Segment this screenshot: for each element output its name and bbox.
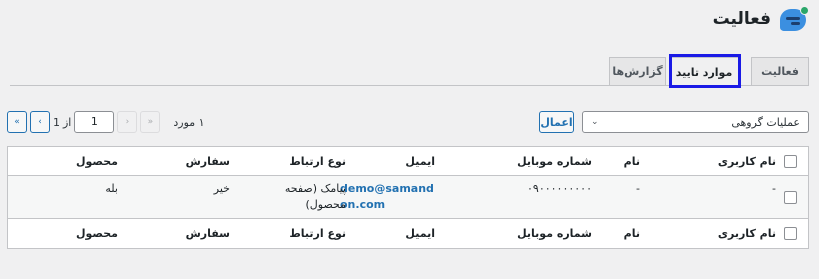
- page-header: فعالیت: [713, 4, 809, 34]
- row-checkbox-cell: [784, 176, 797, 218]
- col-email: ایمیل: [405, 154, 435, 168]
- pagination: « ‹ 1 از 1 › » ۱ مورد: [7, 111, 205, 133]
- of-label: از: [63, 115, 72, 129]
- next-page-button: ›: [117, 111, 138, 133]
- bulk-actions-value: عملیات گروهی: [731, 115, 800, 129]
- foot-col-contact-type: نوع ارتباط: [289, 227, 346, 240]
- foot-col-username: نام کاربری: [717, 227, 776, 240]
- select-all-checkbox-cell: [784, 147, 797, 175]
- email-link[interactable]: demo@samandon.com: [340, 181, 435, 213]
- last-page-button: »: [140, 111, 161, 133]
- col-username: نام کاربری: [717, 154, 776, 168]
- select-all-checkbox-footer[interactable]: [784, 227, 797, 240]
- select-all-checkbox[interactable]: [784, 154, 797, 168]
- foot-col-email: ایمیل: [405, 227, 435, 240]
- row-checkbox[interactable]: [784, 190, 797, 204]
- cell-mobile: ۰۹۰۰۰۰۰۰۰۰۰: [527, 182, 592, 195]
- apply-button[interactable]: اعمال: [539, 111, 574, 133]
- foot-col-mobile: شماره موبایل: [517, 227, 592, 240]
- col-product: محصول: [75, 154, 118, 168]
- bulk-actions-select[interactable]: عملیات گروهی ⌄: [582, 111, 809, 133]
- tab-approvals[interactable]: موارد تایید: [669, 57, 739, 86]
- items-count: ۱ مورد: [173, 115, 205, 129]
- tab-reports[interactable]: گزارش‌ها: [609, 57, 666, 85]
- chevron-down-icon: ⌄: [591, 117, 599, 127]
- table-header-row: نام کاربری نام شماره موبایل ایمیل نوع ار…: [8, 147, 808, 176]
- first-page-button[interactable]: «: [7, 111, 27, 133]
- cell-username: -: [772, 182, 776, 195]
- total-pages: 1: [53, 115, 60, 129]
- tab-bar: فعالیت موارد تایید گزارش‌ها: [10, 54, 809, 88]
- cell-product: بله: [105, 182, 118, 195]
- col-order: سفارش: [185, 154, 230, 168]
- foot-col-order: سفارش: [185, 227, 230, 240]
- current-page-input[interactable]: 1: [74, 111, 115, 133]
- approvals-table: نام کاربری نام شماره موبایل ایمیل نوع ار…: [7, 146, 809, 249]
- tab-activity[interactable]: فعالیت: [751, 57, 809, 85]
- col-mobile: شماره موبایل: [517, 154, 592, 168]
- cell-contact-type: پیامک (صفحه محصول): [284, 182, 346, 211]
- select-all-checkbox-footer-cell: [784, 219, 797, 248]
- chat-bubble-icon: [779, 4, 809, 34]
- cell-email: demo@samandon.com: [335, 176, 435, 218]
- col-contact-type: نوع ارتباط: [289, 154, 346, 168]
- cell-order: خیر: [213, 182, 230, 195]
- foot-col-product: محصول: [75, 227, 118, 240]
- prev-page-button[interactable]: ‹: [30, 111, 50, 133]
- page-title: فعالیت: [712, 9, 771, 29]
- table-footer-row: نام کاربری نام شماره موبایل ایمیل نوع ار…: [8, 219, 808, 248]
- table-row: - - ۰۹۰۰۰۰۰۰۰۰۰ demo@samandon.com پیامک …: [8, 176, 808, 219]
